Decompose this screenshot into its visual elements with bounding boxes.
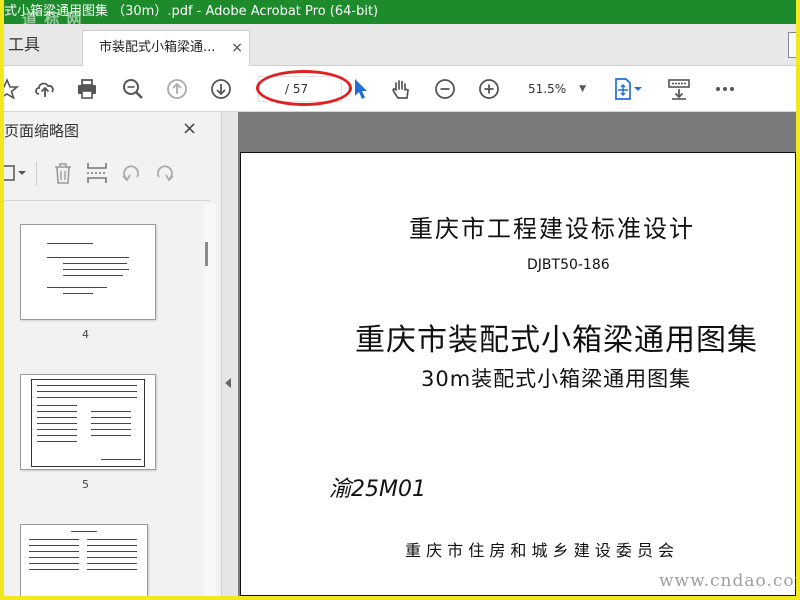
pdf-page: 重庆市工程建设标准设计 DJBT50-186 重庆市装配式小箱梁通用图集 30m… — [240, 152, 796, 596]
thumb-text-line — [37, 385, 137, 386]
thumb-text-line — [29, 557, 79, 558]
thumb-text-line — [37, 411, 77, 412]
title-bar: 式小箱梁通用图集 （30m）.pdf - Adobe Acrobat Pro (… — [4, 0, 796, 24]
thumb-text-line — [29, 539, 79, 540]
thumb-text-line — [87, 563, 137, 564]
thumb-text-line — [37, 423, 77, 424]
thumb-text-line — [63, 293, 93, 294]
app-window: 式小箱梁通用图集 （30m）.pdf - Adobe Acrobat Pro (… — [4, 0, 796, 596]
thumb-text-line — [91, 423, 131, 424]
tab-bar: 工具 市装配式小箱梁通... × — [4, 24, 796, 66]
tab-tools[interactable]: 工具 — [4, 24, 76, 66]
thumb-text-line — [91, 417, 131, 418]
thumb-text-line — [37, 405, 77, 406]
thumbnail-page-6[interactable] — [20, 524, 148, 596]
chevron-down-icon[interactable] — [632, 76, 644, 102]
thumb-text-line — [63, 263, 127, 264]
prev-page-icon[interactable] — [164, 76, 190, 102]
doc-number: 渝25M01 — [329, 477, 426, 502]
zoom-level-value: 51.5% — [528, 82, 567, 96]
trash-icon[interactable] — [50, 160, 76, 186]
hand-tool-icon[interactable] — [388, 76, 414, 102]
thumb-text-line — [29, 545, 79, 546]
pane-title: 页面缩略图 — [4, 122, 80, 140]
thumb-text-line — [47, 243, 93, 244]
thumb-text-line — [29, 563, 79, 564]
doc-code: DJBT50-186 — [527, 257, 610, 273]
thumbnail-list: 4 5 — [4, 204, 204, 596]
thumb-text-line — [37, 417, 77, 418]
zoom-out-icon[interactable] — [432, 76, 458, 102]
doc-publisher: 重 庆 市 住 房 和 城 乡 建 设 委 员 会 — [405, 541, 675, 560]
thumb-text-line — [37, 441, 77, 442]
watermark-bottom: www.cndao.com — [659, 571, 796, 591]
undo-icon[interactable] — [118, 160, 144, 186]
doc-heading: 重庆市工程建设标准设计 — [409, 215, 695, 243]
thumb-text-line — [87, 545, 137, 546]
thumb-text-line — [29, 569, 79, 570]
thumbnail-page-5[interactable] — [20, 374, 156, 470]
doc-subtitle: 30m装配式小箱梁通用图集 — [421, 367, 692, 391]
thumbnail-pane: 页面缩略图 × 4 5 — [4, 112, 222, 596]
scroll-mode-icon[interactable] — [666, 76, 692, 102]
zoom-level-select[interactable]: 51.5% ▼ — [520, 78, 592, 100]
scrollbar-thumb[interactable] — [205, 242, 208, 266]
redo-icon[interactable] — [152, 160, 178, 186]
pane-tool-divider — [36, 162, 37, 186]
thumb-text-line — [87, 569, 137, 570]
thumb-text-line — [63, 269, 129, 270]
thumb-text-line — [47, 257, 129, 258]
chevron-down-icon: ▼ — [579, 84, 586, 94]
insert-page-icon[interactable] — [84, 160, 110, 186]
thumbnail-page-4[interactable] — [20, 224, 156, 320]
close-icon[interactable]: × — [182, 118, 197, 139]
zoom-search-icon[interactable] — [120, 76, 146, 102]
thumb-text-line — [91, 435, 131, 436]
thumb-text-line — [63, 275, 123, 276]
toolbar: / 57 51.5% ▼ — [4, 66, 796, 112]
doc-title: 重庆市装配式小箱梁通用图集 — [355, 323, 758, 358]
pane-divider — [4, 200, 210, 201]
red-annotation-circle — [256, 70, 352, 106]
zoom-in-icon[interactable] — [476, 76, 502, 102]
tab-document[interactable]: 市装配式小箱梁通... × — [82, 30, 250, 66]
thumbnail-label: 4 — [82, 328, 89, 341]
thumb-text-line — [37, 397, 137, 398]
more-icon[interactable] — [712, 76, 738, 102]
thumb-text-line — [29, 551, 79, 552]
next-page-icon[interactable] — [208, 76, 234, 102]
thumb-text-line — [91, 429, 131, 430]
tab-document-label: 市装配式小箱梁通... — [99, 40, 216, 55]
thumb-text-line — [87, 551, 137, 552]
document-view[interactable]: 重庆市工程建设标准设计 DJBT50-186 重庆市装配式小箱梁通用图集 30m… — [238, 112, 796, 596]
print-icon[interactable] — [74, 76, 100, 102]
thumb-text-line — [87, 539, 137, 540]
tab-close-icon[interactable]: × — [231, 31, 243, 65]
options-icon[interactable] — [4, 160, 30, 186]
select-arrow-icon[interactable] — [348, 76, 374, 102]
thumb-text-line — [91, 411, 131, 412]
thumbnail-label: 5 — [82, 478, 89, 491]
thumb-text-line — [47, 287, 107, 288]
thumb-text-line — [101, 459, 141, 460]
account-button[interactable] — [788, 32, 796, 58]
thumb-text-line — [37, 391, 137, 392]
thumb-text-line — [71, 531, 97, 532]
chevron-left-icon[interactable] — [225, 378, 231, 388]
thumb-text-line — [87, 557, 137, 558]
pane-toolbar — [4, 160, 222, 190]
upload-icon[interactable] — [32, 76, 58, 102]
thumb-text-line — [37, 435, 77, 436]
star-icon[interactable] — [4, 76, 20, 102]
thumb-text-line — [37, 429, 77, 430]
pane-collapse-handle[interactable] — [222, 112, 238, 596]
